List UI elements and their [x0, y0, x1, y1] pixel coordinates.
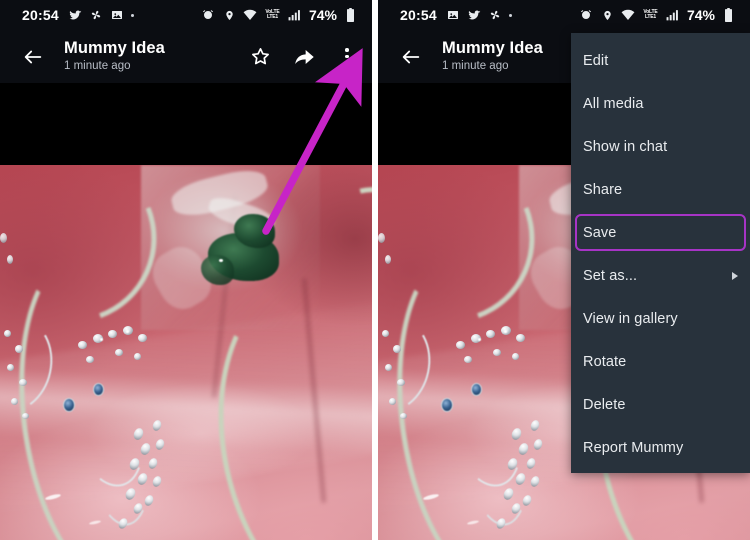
- battery-icon: [343, 8, 358, 23]
- status-time: 20:54: [22, 7, 59, 23]
- menu-item-label: Delete: [583, 396, 626, 413]
- battery-icon: [721, 8, 736, 23]
- signal-icon: [665, 8, 680, 23]
- phone-screen-before: 20:54 VoLTE LTE1 74% Mummy Idea 1 minute…: [0, 0, 372, 540]
- back-arrow-icon[interactable]: [394, 40, 428, 74]
- app-bar-actions: [248, 45, 358, 69]
- menu-item-all-media[interactable]: All media: [571, 82, 750, 125]
- volte-bottom-label: LTE1: [266, 14, 278, 20]
- menu-item-edit[interactable]: Edit: [571, 39, 750, 82]
- pinwheel-icon: [89, 8, 104, 23]
- wifi-icon: [621, 8, 636, 23]
- battery-percent-label: 74%: [308, 7, 337, 23]
- menu-item-label: Save: [583, 224, 617, 241]
- submenu-arrow-icon: [732, 271, 738, 280]
- back-arrow-icon[interactable]: [16, 40, 50, 74]
- status-time: 20:54: [400, 7, 437, 23]
- kebab-dot: [345, 54, 349, 59]
- photo-jewellery[interactable]: [0, 165, 372, 540]
- menu-item-rotate[interactable]: Rotate: [571, 340, 750, 383]
- menu-item-label: All media: [583, 95, 644, 112]
- page-subtitle: 1 minute ago: [64, 59, 131, 72]
- status-bar: 20:54 VoLTE LTE1 74%: [378, 0, 750, 30]
- letterbox-top: [0, 83, 372, 165]
- media-viewer: [0, 83, 372, 540]
- pinwheel-icon: [488, 8, 503, 23]
- status-bar: 20:54 VoLTE LTE1 74%: [0, 0, 372, 30]
- menu-item-label: Rotate: [583, 353, 627, 370]
- menu-item-label: Share: [583, 181, 623, 198]
- menu-item-label: Report Mummy: [583, 439, 684, 456]
- image-icon: [110, 8, 125, 23]
- location-icon: [600, 8, 615, 23]
- page-title: Mummy Idea: [64, 39, 165, 58]
- overflow-menu-icon[interactable]: [336, 45, 358, 69]
- location-icon: [222, 8, 237, 23]
- menu-item-show-in-chat[interactable]: Show in chat: [571, 125, 750, 168]
- share-icon[interactable]: [292, 45, 316, 69]
- status-bar-right: VoLTE LTE1 74%: [579, 7, 736, 23]
- battery-percent-label: 74%: [686, 7, 715, 23]
- kebab-dot: [345, 61, 349, 65]
- menu-item-label: Edit: [583, 52, 609, 69]
- volte-bottom-label: LTE1: [644, 14, 656, 20]
- twitter-icon: [467, 8, 482, 23]
- volte-icon: VoLTE LTE1: [264, 10, 281, 20]
- status-bar-right: VoLTE LTE1 74%: [201, 7, 358, 23]
- menu-item-view-in-gallery[interactable]: View in gallery: [571, 297, 750, 340]
- dot-icon: [508, 13, 512, 17]
- title-block: Mummy Idea 1 minute ago: [64, 39, 248, 73]
- wifi-icon: [243, 8, 258, 23]
- menu-item-label: View in gallery: [583, 310, 678, 327]
- overflow-menu-popup[interactable]: Edit All media Show in chat Share Save Set as…: [571, 33, 750, 473]
- screenshot-stage: 20:54 VoLTE LTE1 74% Mummy Idea 1 minute…: [0, 0, 750, 540]
- volte-icon: VoLTE LTE1: [642, 10, 659, 20]
- star-icon[interactable]: [248, 45, 272, 69]
- menu-item-set-as[interactable]: Set as...: [571, 254, 750, 297]
- menu-item-save[interactable]: Save: [571, 211, 750, 254]
- dot-icon: [130, 13, 134, 17]
- menu-item-label: Show in chat: [583, 138, 668, 155]
- image-icon: [446, 8, 461, 23]
- phone-screen-after: 20:54 VoLTE LTE1 74% Mummy Idea 1 minute…: [378, 0, 750, 540]
- menu-item-share[interactable]: Share: [571, 168, 750, 211]
- menu-item-label: Set as...: [583, 267, 638, 284]
- status-bar-left: 20:54: [22, 7, 134, 23]
- twitter-icon: [68, 8, 83, 23]
- menu-item-delete[interactable]: Delete: [571, 383, 750, 426]
- status-bar-left: 20:54: [400, 7, 512, 23]
- alarm-icon: [201, 8, 216, 23]
- app-bar: Mummy Idea 1 minute ago: [0, 30, 372, 83]
- kebab-dot: [345, 48, 349, 52]
- alarm-icon: [579, 8, 594, 23]
- signal-icon: [287, 8, 302, 23]
- menu-item-report-mummy[interactable]: Report Mummy: [571, 426, 750, 469]
